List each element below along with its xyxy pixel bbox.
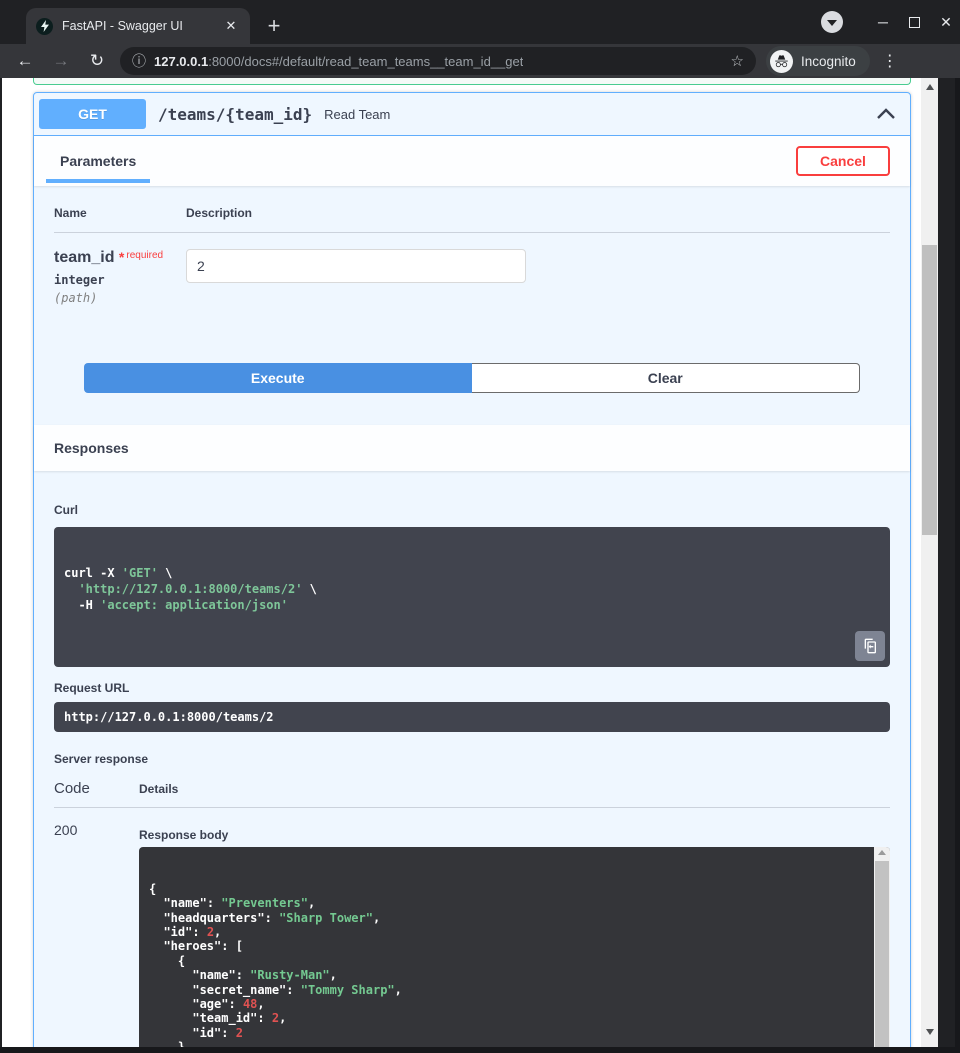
column-details: Details xyxy=(139,782,178,796)
column-code: Code xyxy=(54,780,139,797)
fastapi-favicon-icon xyxy=(36,18,53,35)
response-body-block: { "name": "Preventers", "headquarters": … xyxy=(139,847,890,1047)
response-scrollbar[interactable] xyxy=(874,847,890,1047)
param-value-cell xyxy=(186,249,526,305)
incognito-icon xyxy=(770,50,793,73)
http-method-badge: GET xyxy=(39,99,146,129)
cancel-button[interactable]: Cancel xyxy=(796,146,890,176)
maximize-button[interactable] xyxy=(909,17,920,28)
page-scrollbar-thumb[interactable] xyxy=(922,245,937,535)
responses-header: Responses xyxy=(34,425,910,471)
active-tab-underline xyxy=(46,179,150,183)
url-bar[interactable]: ⓘ 127.0.0.1:8000/docs#/default/read_team… xyxy=(120,47,756,75)
execute-button[interactable]: Execute xyxy=(84,363,472,393)
page-scroll-down-icon[interactable] xyxy=(921,1025,938,1039)
copy-to-clipboard-button[interactable] xyxy=(855,631,885,661)
new-tab-button[interactable]: + xyxy=(262,14,286,38)
endpoint-summary: Read Team xyxy=(324,107,390,122)
window-controls: ─ ✕ xyxy=(821,0,954,44)
response-table-header: Code Details xyxy=(54,780,890,808)
responses-body: Curl curl -X 'GET' \ 'http://127.0.0.1:8… xyxy=(34,471,910,1047)
minimize-button[interactable]: ─ xyxy=(875,14,891,30)
incognito-label: Incognito xyxy=(801,54,856,69)
bookmark-star-icon[interactable]: ☆ xyxy=(731,52,744,70)
curl-command-block: curl -X 'GET' \ 'http://127.0.0.1:8000/t… xyxy=(54,527,890,667)
responses-title: Responses xyxy=(54,440,129,456)
parameters-header: Parameters Cancel xyxy=(34,136,910,186)
parameters-table: Name Description team_id *required integ… xyxy=(34,186,910,393)
window-edge-right xyxy=(955,78,960,1053)
url-text: 127.0.0.1:8000/docs#/default/read_team_t… xyxy=(154,54,523,69)
response-row-200: 200 Response body { "name": "Preventers"… xyxy=(54,820,890,1047)
tab-title: FastAPI - Swagger UI xyxy=(62,19,213,33)
status-code: 200 xyxy=(54,820,139,1047)
url-path: :8000/docs#/default/read_team_teams__tea… xyxy=(208,54,523,69)
execute-row: Execute Clear xyxy=(84,363,860,393)
opblock-summary[interactable]: GET /teams/{team_id} Read Team xyxy=(34,93,910,136)
browser-window: FastAPI - Swagger UI ✕ + ─ ✕ ← → ↻ ⓘ 127… xyxy=(0,0,960,1053)
curl-code: curl -X 'GET' \ 'http://127.0.0.1:8000/t… xyxy=(64,565,850,613)
required-label: required xyxy=(126,250,163,261)
browser-toolbar: ← → ↻ ⓘ 127.0.0.1:8000/docs#/default/rea… xyxy=(0,44,960,78)
column-description: Description xyxy=(186,206,252,220)
param-row-team-id: team_id *required integer (path) xyxy=(54,233,890,305)
parameters-tab-label: Parameters xyxy=(54,153,142,169)
column-name: Name xyxy=(54,206,186,220)
param-meta: team_id *required integer (path) xyxy=(54,249,186,305)
page-scrollbar[interactable] xyxy=(921,78,938,1047)
incognito-badge: Incognito xyxy=(766,46,870,76)
curl-label: Curl xyxy=(54,503,78,517)
url-host: 127.0.0.1 xyxy=(154,54,208,69)
param-location: (path) xyxy=(54,291,186,305)
clear-button[interactable]: Clear xyxy=(472,363,861,393)
reload-icon[interactable]: ↻ xyxy=(86,51,108,71)
window-close-button[interactable]: ✕ xyxy=(938,14,954,31)
scroll-up-icon[interactable] xyxy=(874,850,890,855)
browser-menu-icon[interactable]: ⋮ xyxy=(882,51,898,71)
param-type: integer xyxy=(54,273,186,287)
server-response-label: Server response xyxy=(54,752,890,766)
get-teams-opblock: GET /teams/{team_id} Read Team Parameter… xyxy=(33,92,911,1047)
browser-tab-bar: FastAPI - Swagger UI ✕ + ─ ✕ xyxy=(0,0,960,44)
tab-parameters[interactable]: Parameters xyxy=(54,136,142,186)
response-scrollbar-thumb[interactable] xyxy=(875,861,889,1047)
tab-close-icon[interactable]: ✕ xyxy=(222,17,240,35)
required-asterisk: * xyxy=(119,249,124,265)
request-url-label: Request URL xyxy=(54,681,890,695)
page-scroll-up-icon[interactable] xyxy=(921,80,938,94)
endpoint-path: /teams/{team_id} xyxy=(158,105,312,124)
window-edge-bottom xyxy=(0,1047,960,1053)
back-icon[interactable]: ← xyxy=(14,51,36,71)
swagger-page: GET /teams/{team_id} Read Team Parameter… xyxy=(2,78,938,1047)
response-body-label: Response body xyxy=(139,828,890,842)
browser-tab[interactable]: FastAPI - Swagger UI ✕ xyxy=(26,8,250,44)
response-json: { "name": "Preventers", "headquarters": … xyxy=(149,882,864,1047)
request-url-block: http://127.0.0.1:8000/teams/2 xyxy=(54,702,890,732)
param-name: team_id xyxy=(54,249,114,266)
table-header-row: Name Description xyxy=(54,206,890,233)
site-info-icon[interactable]: ⓘ xyxy=(132,51,146,71)
forward-icon[interactable]: → xyxy=(50,51,72,71)
media-controls-button[interactable] xyxy=(821,11,843,33)
collapse-chevron-icon[interactable] xyxy=(876,107,896,121)
previous-endpoint-partial xyxy=(33,78,911,85)
response-details: Response body { "name": "Preventers", "h… xyxy=(139,820,890,1047)
team-id-input[interactable] xyxy=(186,249,526,283)
